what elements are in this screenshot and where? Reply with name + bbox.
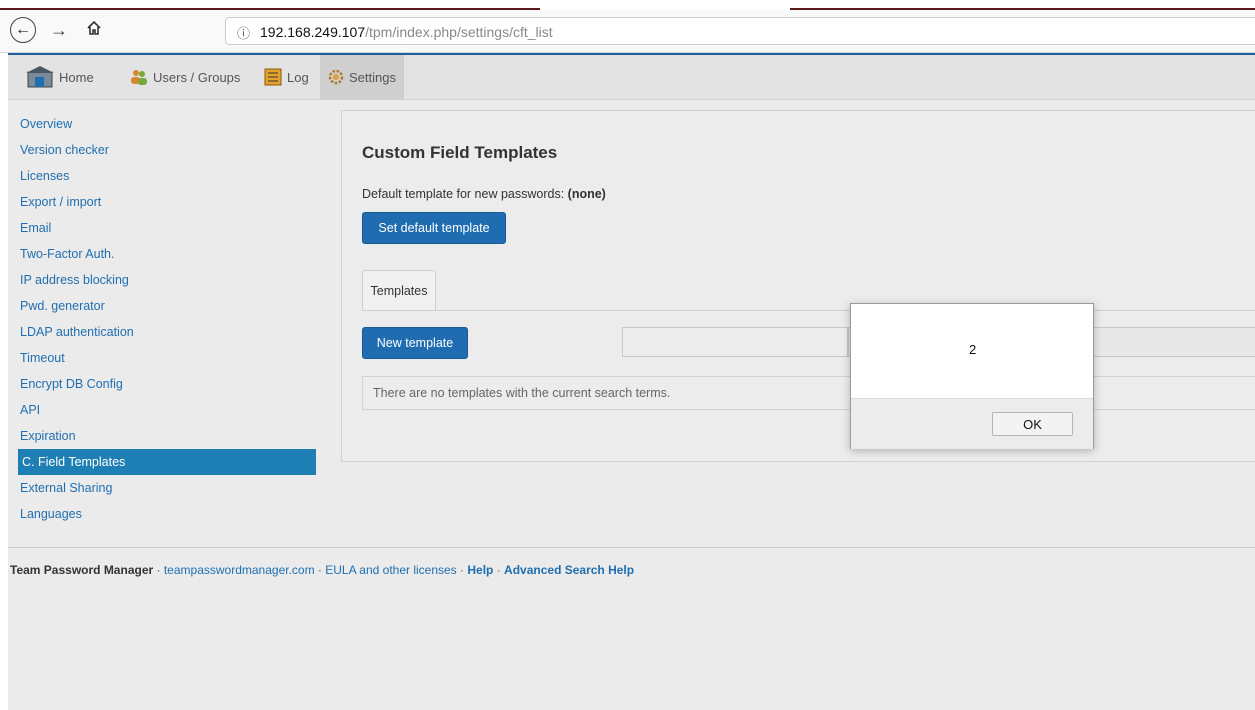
search-input[interactable] xyxy=(622,327,848,357)
sidebar-item-licenses[interactable]: Licenses xyxy=(18,163,316,189)
url-host: 192.168.249.107 xyxy=(260,24,366,40)
log-icon xyxy=(264,68,282,86)
sidebar-item-ip-address-blocking[interactable]: IP address blocking xyxy=(18,267,316,293)
nav-log-label: Log xyxy=(287,69,309,85)
footer-advanced-search-help-link[interactable]: Advanced Search Help xyxy=(504,563,634,577)
nav-users-groups[interactable]: Users / Groups xyxy=(130,55,240,99)
sidebar-item-api[interactable]: API xyxy=(18,397,316,423)
alert-dialog: 2 OK xyxy=(850,303,1094,449)
tab-strip xyxy=(0,0,1255,10)
footer-product: Team Password Manager xyxy=(10,563,154,577)
tab-templates[interactable]: Templates xyxy=(362,270,436,310)
main-panel: Custom Field Templates Default template … xyxy=(341,110,1255,462)
sidebar-item-ldap-authentication[interactable]: LDAP authentication xyxy=(18,319,316,345)
footer-site-link[interactable]: teampasswordmanager.com xyxy=(164,563,315,577)
new-template-button[interactable]: New template xyxy=(362,327,468,359)
sidebar-item-pwd-generator[interactable]: Pwd. generator xyxy=(18,293,316,319)
url-text: 192.168.249.107/tpm/index.php/settings/c… xyxy=(260,24,553,40)
home-icon[interactable] xyxy=(86,20,102,36)
sidebar-item-version-checker[interactable]: Version checker xyxy=(18,137,316,163)
sidebar-item-export-import[interactable]: Export / import xyxy=(18,189,316,215)
default-template-value: (none) xyxy=(567,187,606,201)
default-template-line: Default template for new passwords: (non… xyxy=(362,187,606,201)
sidebar-item-expiration[interactable]: Expiration xyxy=(18,423,316,449)
empty-results-message: There are no templates with the current … xyxy=(362,376,1255,410)
nav-settings-label: Settings xyxy=(349,69,396,85)
footer-help-link[interactable]: Help xyxy=(467,563,493,577)
dialog-footer: OK xyxy=(851,398,1093,449)
dialog-message: 2 xyxy=(969,342,977,357)
gear-icon xyxy=(328,69,344,85)
nav-settings[interactable]: Settings xyxy=(320,55,404,99)
users-icon xyxy=(131,70,147,85)
top-nav: Home Users / Groups Log Settings xyxy=(8,53,1255,100)
home-icon xyxy=(26,66,54,88)
default-template-label: Default template for new passwords: xyxy=(362,187,568,201)
footer-eula-link[interactable]: EULA and other licenses xyxy=(325,563,456,577)
info-icon[interactable]: ⓘ xyxy=(237,23,250,42)
nav-log[interactable]: Log xyxy=(264,55,309,99)
footer: Team Password Manager · teampasswordmana… xyxy=(8,547,1255,577)
footer-sep: · xyxy=(456,563,468,577)
page-title: Custom Field Templates xyxy=(362,143,558,162)
nav-users-label: Users / Groups xyxy=(153,69,241,85)
sidebar-item-languages[interactable]: Languages xyxy=(18,501,316,527)
footer-sep: · xyxy=(493,563,505,577)
dialog-body: 2 xyxy=(851,304,1093,398)
sidebar-item-timeout[interactable]: Timeout xyxy=(18,345,316,371)
nav-home-label: Home xyxy=(59,69,94,85)
address-bar[interactable]: ⓘ 192.168.249.107/tpm/index.php/settings… xyxy=(225,17,1255,45)
set-default-template-button[interactable]: Set default template xyxy=(362,212,506,244)
nav-home[interactable]: Home xyxy=(26,55,94,99)
footer-sep: · xyxy=(153,563,164,577)
url-path: /tpm/index.php/settings/cft_list xyxy=(365,24,553,40)
tab-bar: Templates xyxy=(362,270,1255,311)
sidebar-item-encrypt-db-config[interactable]: Encrypt DB Config xyxy=(18,371,316,397)
sidebar-item-two-factor-auth[interactable]: Two-Factor Auth. xyxy=(18,241,316,267)
sidebar-item-external-sharing[interactable]: External Sharing xyxy=(18,475,316,501)
forward-icon[interactable]: → xyxy=(50,20,68,41)
sidebar-item-overview[interactable]: Overview xyxy=(18,111,316,137)
ok-button[interactable]: OK xyxy=(992,412,1073,436)
footer-sep: · xyxy=(314,563,326,577)
sidebar-item-c-field-templates[interactable]: C. Field Templates xyxy=(18,449,316,475)
sidebar-item-email[interactable]: Email xyxy=(18,215,316,241)
browser-toolbar: ← → ⓘ 192.168.249.107/tpm/index.php/sett… xyxy=(0,10,1255,53)
back-icon[interactable]: ← xyxy=(10,17,36,43)
settings-sidebar: Overview Version checker Licenses Export… xyxy=(18,111,316,527)
